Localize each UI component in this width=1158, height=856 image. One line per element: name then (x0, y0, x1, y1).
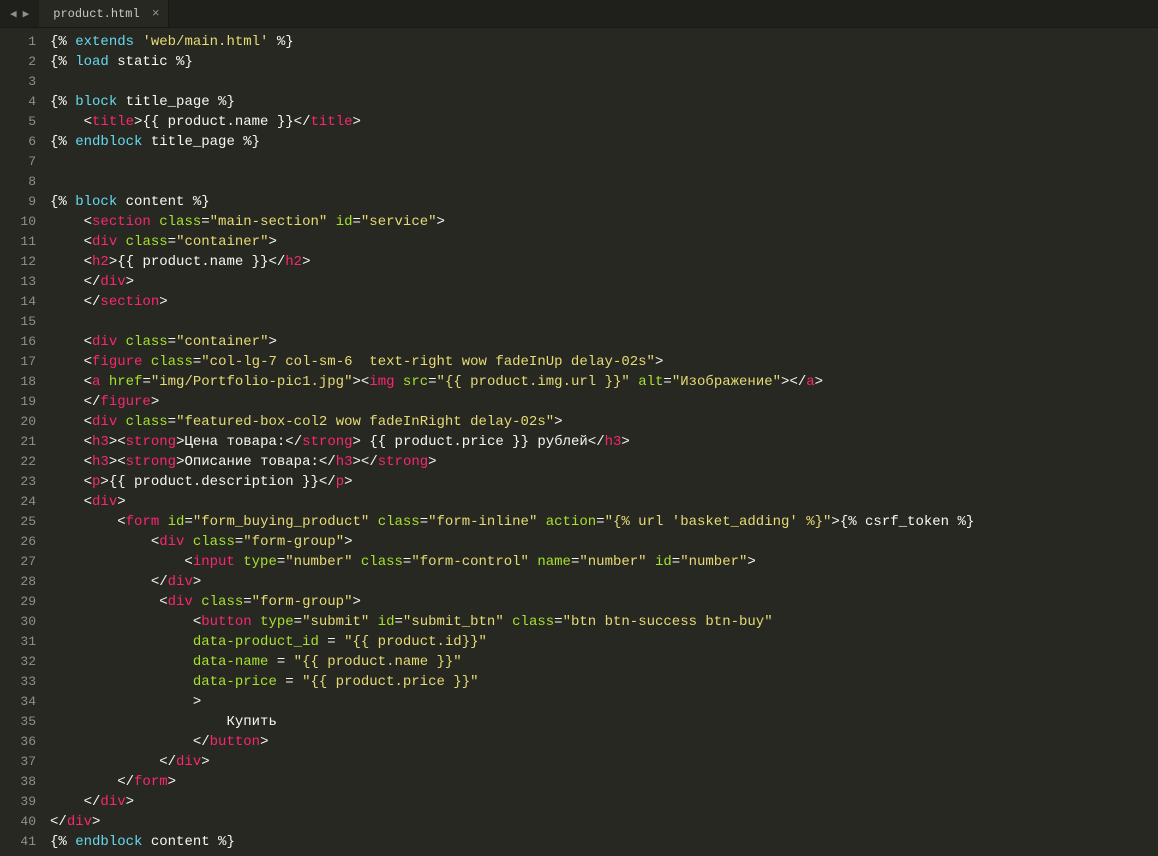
code-line[interactable]: <h2>{{ product.name }}</h2> (50, 252, 1158, 272)
line-number: 19 (10, 392, 36, 412)
code-area[interactable]: {% extends 'web/main.html' %}{% load sta… (50, 28, 1158, 856)
code-line[interactable]: <button type="submit" id="submit_btn" cl… (50, 612, 1158, 632)
line-number: 37 (10, 752, 36, 772)
nav-right-icon[interactable]: ▶ (23, 7, 30, 21)
code-line[interactable]: Купить (50, 712, 1158, 732)
line-number: 38 (10, 772, 36, 792)
line-number: 29 (10, 592, 36, 612)
line-number: 30 (10, 612, 36, 632)
line-number: 5 (10, 112, 36, 132)
line-number: 2 (10, 52, 36, 72)
code-line[interactable]: {% endblock title_page %} (50, 132, 1158, 152)
code-line[interactable]: </div> (50, 792, 1158, 812)
nav-arrows: ◀ ▶ (0, 0, 39, 27)
line-number: 33 (10, 672, 36, 692)
code-line[interactable]: <form id="form_buying_product" class="fo… (50, 512, 1158, 532)
tab-filename: product.html (53, 7, 139, 21)
code-line[interactable]: <div class="container"> (50, 232, 1158, 252)
code-line[interactable]: <h3><strong>Цена товара:</strong> {{ pro… (50, 432, 1158, 452)
line-number: 7 (10, 152, 36, 172)
code-line[interactable]: data-name = "{{ product.name }}" (50, 652, 1158, 672)
code-line[interactable]: data-product_id = "{{ product.id}}" (50, 632, 1158, 652)
code-line[interactable]: </div> (50, 272, 1158, 292)
code-line[interactable] (50, 172, 1158, 192)
code-line[interactable]: <section class="main-section" id="servic… (50, 212, 1158, 232)
nav-left-icon[interactable]: ◀ (10, 7, 17, 21)
close-icon[interactable]: × (152, 6, 160, 21)
code-line[interactable]: <a href="img/Portfolio-pic1.jpg"><img sr… (50, 372, 1158, 392)
line-number: 11 (10, 232, 36, 252)
line-number: 39 (10, 792, 36, 812)
code-line[interactable]: </button> (50, 732, 1158, 752)
line-number: 26 (10, 532, 36, 552)
editor: 1234567891011121314151617181920212223242… (0, 28, 1158, 856)
code-line[interactable]: {% extends 'web/main.html' %} (50, 32, 1158, 52)
line-number: 13 (10, 272, 36, 292)
code-line[interactable]: {% block title_page %} (50, 92, 1158, 112)
line-number: 9 (10, 192, 36, 212)
line-number: 24 (10, 492, 36, 512)
line-number: 31 (10, 632, 36, 652)
code-line[interactable]: <div> (50, 492, 1158, 512)
code-line[interactable]: <input type="number" class="form-control… (50, 552, 1158, 572)
line-number: 10 (10, 212, 36, 232)
line-number: 25 (10, 512, 36, 532)
line-number: 34 (10, 692, 36, 712)
code-line[interactable]: <h3><strong>Описание товара:</h3></stron… (50, 452, 1158, 472)
line-number: 23 (10, 472, 36, 492)
code-line[interactable]: </figure> (50, 392, 1158, 412)
tab-bar: ◀ ▶ product.html × (0, 0, 1158, 28)
line-number: 16 (10, 332, 36, 352)
code-line[interactable]: > (50, 692, 1158, 712)
line-number: 40 (10, 812, 36, 832)
line-number: 32 (10, 652, 36, 672)
code-line[interactable]: <div class="featured-box-col2 wow fadeIn… (50, 412, 1158, 432)
line-number: 3 (10, 72, 36, 92)
code-line[interactable] (50, 152, 1158, 172)
gutter: 1234567891011121314151617181920212223242… (0, 28, 50, 856)
code-line[interactable]: {% load static %} (50, 52, 1158, 72)
line-number: 20 (10, 412, 36, 432)
code-line[interactable]: </form> (50, 772, 1158, 792)
line-number: 4 (10, 92, 36, 112)
code-line[interactable]: </section> (50, 292, 1158, 312)
line-number: 18 (10, 372, 36, 392)
line-number: 22 (10, 452, 36, 472)
line-number: 36 (10, 732, 36, 752)
code-line[interactable]: {% block content %} (50, 192, 1158, 212)
line-number: 41 (10, 832, 36, 852)
code-line[interactable]: <div class="form-group"> (50, 592, 1158, 612)
code-line[interactable]: <p>{{ product.description }}</p> (50, 472, 1158, 492)
code-line[interactable] (50, 312, 1158, 332)
line-number: 15 (10, 312, 36, 332)
line-number: 12 (10, 252, 36, 272)
line-number: 8 (10, 172, 36, 192)
line-number: 21 (10, 432, 36, 452)
line-number: 28 (10, 572, 36, 592)
line-number: 27 (10, 552, 36, 572)
file-tab[interactable]: product.html × (39, 0, 168, 27)
line-number: 17 (10, 352, 36, 372)
code-line[interactable]: <div class="form-group"> (50, 532, 1158, 552)
code-line[interactable] (50, 72, 1158, 92)
code-line[interactable]: </div> (50, 752, 1158, 772)
line-number: 6 (10, 132, 36, 152)
code-line[interactable]: </div> (50, 572, 1158, 592)
code-line[interactable]: data-price = "{{ product.price }}" (50, 672, 1158, 692)
line-number: 14 (10, 292, 36, 312)
line-number: 1 (10, 32, 36, 52)
line-number: 35 (10, 712, 36, 732)
code-line[interactable]: <div class="container"> (50, 332, 1158, 352)
code-line[interactable]: </div> (50, 812, 1158, 832)
code-line[interactable]: {% endblock content %} (50, 832, 1158, 852)
code-line[interactable]: <title>{{ product.name }}</title> (50, 112, 1158, 132)
code-line[interactable]: <figure class="col-lg-7 col-sm-6 text-ri… (50, 352, 1158, 372)
